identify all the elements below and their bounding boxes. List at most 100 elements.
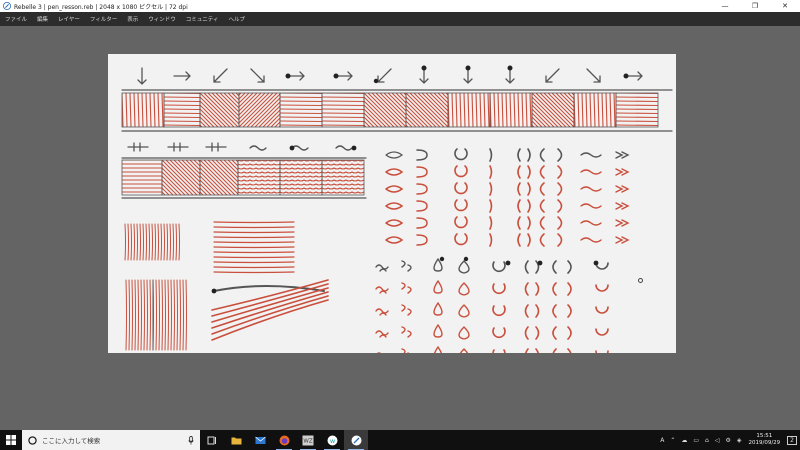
clock[interactable]: 15:51 2019/09/29 bbox=[744, 433, 784, 447]
wz-button[interactable]: WZ bbox=[296, 430, 320, 450]
hatch-line bbox=[588, 93, 622, 127]
hatch-line bbox=[605, 93, 608, 127]
paren-stroke bbox=[517, 233, 531, 247]
hatch-line bbox=[164, 112, 200, 115]
start-button[interactable] bbox=[0, 430, 22, 450]
drawing-canvas[interactable] bbox=[108, 54, 676, 353]
hatch-line bbox=[244, 93, 278, 127]
arc-stroke bbox=[416, 200, 428, 212]
menu-edit[interactable]: 編集 bbox=[32, 15, 53, 23]
menu-help[interactable]: ヘルプ bbox=[223, 15, 250, 23]
vertical-stroke bbox=[169, 223, 171, 261]
ring-stroke bbox=[454, 182, 468, 195]
hatch-line bbox=[322, 108, 364, 111]
hatch-line bbox=[370, 93, 404, 127]
hatch-line bbox=[492, 93, 526, 127]
hatch-line bbox=[601, 93, 604, 127]
hatch-line bbox=[322, 153, 364, 154]
menu-community[interactable]: コミュニティ bbox=[181, 15, 224, 23]
hatch-line bbox=[608, 93, 642, 127]
squiggle-stroke bbox=[375, 330, 389, 338]
stroke-start-dot-8 bbox=[465, 65, 471, 71]
wave-icon-3 bbox=[335, 145, 353, 151]
app-w-button[interactable]: w bbox=[320, 430, 344, 450]
microphone-icon[interactable] bbox=[188, 435, 194, 445]
squiggle-stroke bbox=[375, 264, 389, 272]
menu-view[interactable]: 表示 bbox=[122, 15, 143, 23]
battery-icon[interactable]: ▭ bbox=[690, 437, 702, 444]
cell-border-row2-0 bbox=[121, 159, 163, 196]
hatch-line bbox=[280, 124, 322, 127]
maximize-button[interactable]: ❐ bbox=[740, 0, 770, 12]
hatch-line bbox=[238, 175, 280, 178]
mail-button[interactable] bbox=[248, 430, 272, 450]
hatch-line bbox=[186, 93, 187, 127]
drop-stroke bbox=[458, 304, 470, 318]
direction-arrow-icon-1 bbox=[173, 71, 191, 81]
hatch-line bbox=[256, 160, 291, 195]
vertical-stroke bbox=[148, 223, 150, 261]
vertical-stroke bbox=[131, 279, 133, 351]
s-stroke bbox=[401, 326, 412, 338]
arc-stroke bbox=[416, 183, 428, 195]
taskbar-search[interactable]: ここに入力して検索 bbox=[22, 430, 200, 450]
hatch-line bbox=[613, 93, 616, 127]
hatch-line bbox=[280, 167, 322, 170]
hatch-line bbox=[248, 93, 282, 127]
hatch-line bbox=[280, 137, 322, 138]
ring-stroke bbox=[492, 305, 506, 317]
hatch-line bbox=[471, 93, 474, 127]
hatch-line bbox=[164, 96, 200, 99]
notification-center-icon[interactable]: 2 bbox=[787, 435, 797, 445]
vertical-stroke bbox=[182, 279, 184, 351]
window-title: Rebelle 3 | pen_resson.reb | 2048 x 1080… bbox=[14, 3, 188, 11]
settings-gear-icon[interactable]: ⚙ bbox=[722, 437, 733, 444]
hatch-line bbox=[160, 93, 194, 127]
close-button[interactable]: ✕ bbox=[770, 0, 800, 12]
hatch-line bbox=[280, 133, 322, 134]
hatch-line bbox=[403, 93, 406, 96]
vertical-stroke bbox=[127, 223, 129, 261]
hatch-line bbox=[164, 120, 200, 123]
drop-stroke bbox=[433, 302, 443, 316]
menu-layer[interactable]: レイヤー bbox=[53, 15, 85, 23]
texture-cell-row1-6 bbox=[364, 93, 406, 127]
tray-chevron-up-icon[interactable]: ⌃ bbox=[667, 437, 678, 444]
hatch-line bbox=[609, 93, 612, 127]
ime-indicator[interactable]: A bbox=[657, 437, 667, 444]
antivirus-icon[interactable]: ◈ bbox=[734, 437, 745, 444]
menu-file[interactable]: ファイル bbox=[0, 15, 32, 23]
hatch-line bbox=[160, 160, 195, 195]
paren-stroke bbox=[552, 326, 572, 340]
hatch-line bbox=[149, 93, 152, 127]
menu-filter[interactable]: フィルター bbox=[85, 15, 122, 23]
windows-logo-icon bbox=[6, 435, 16, 445]
hatch-line bbox=[584, 93, 618, 127]
hatch-line bbox=[238, 160, 273, 195]
chevron-stroke bbox=[615, 185, 630, 193]
hatch-line bbox=[322, 163, 364, 166]
menu-window[interactable]: ウィンドウ bbox=[143, 15, 181, 23]
task-view-button[interactable] bbox=[200, 430, 224, 450]
hatch-line bbox=[238, 179, 280, 182]
hatch-line bbox=[252, 93, 286, 127]
loop-dot-2 bbox=[537, 260, 543, 266]
onedrive-cloud-icon[interactable]: ☁ bbox=[678, 437, 690, 444]
firefox-button[interactable] bbox=[272, 430, 296, 450]
svg-text:w: w bbox=[329, 437, 335, 445]
hatch-line bbox=[616, 96, 658, 99]
hatch-line bbox=[164, 137, 200, 138]
direction-arrow-icon-11 bbox=[586, 68, 601, 83]
hatch-line bbox=[280, 183, 322, 186]
file-explorer-button[interactable] bbox=[224, 430, 248, 450]
hatch-line bbox=[576, 93, 610, 127]
bracket-stroke bbox=[489, 233, 493, 247]
hatch-line bbox=[616, 149, 658, 150]
minimize-button[interactable]: — bbox=[710, 0, 740, 12]
paren-stroke bbox=[517, 216, 531, 230]
hatch-line bbox=[550, 93, 551, 127]
texture-cell-row1-11 bbox=[574, 93, 616, 127]
volume-icon[interactable]: ◁ bbox=[712, 437, 723, 444]
rebelle-button[interactable] bbox=[344, 430, 368, 450]
network-icon[interactable]: ⌂ bbox=[702, 437, 712, 444]
